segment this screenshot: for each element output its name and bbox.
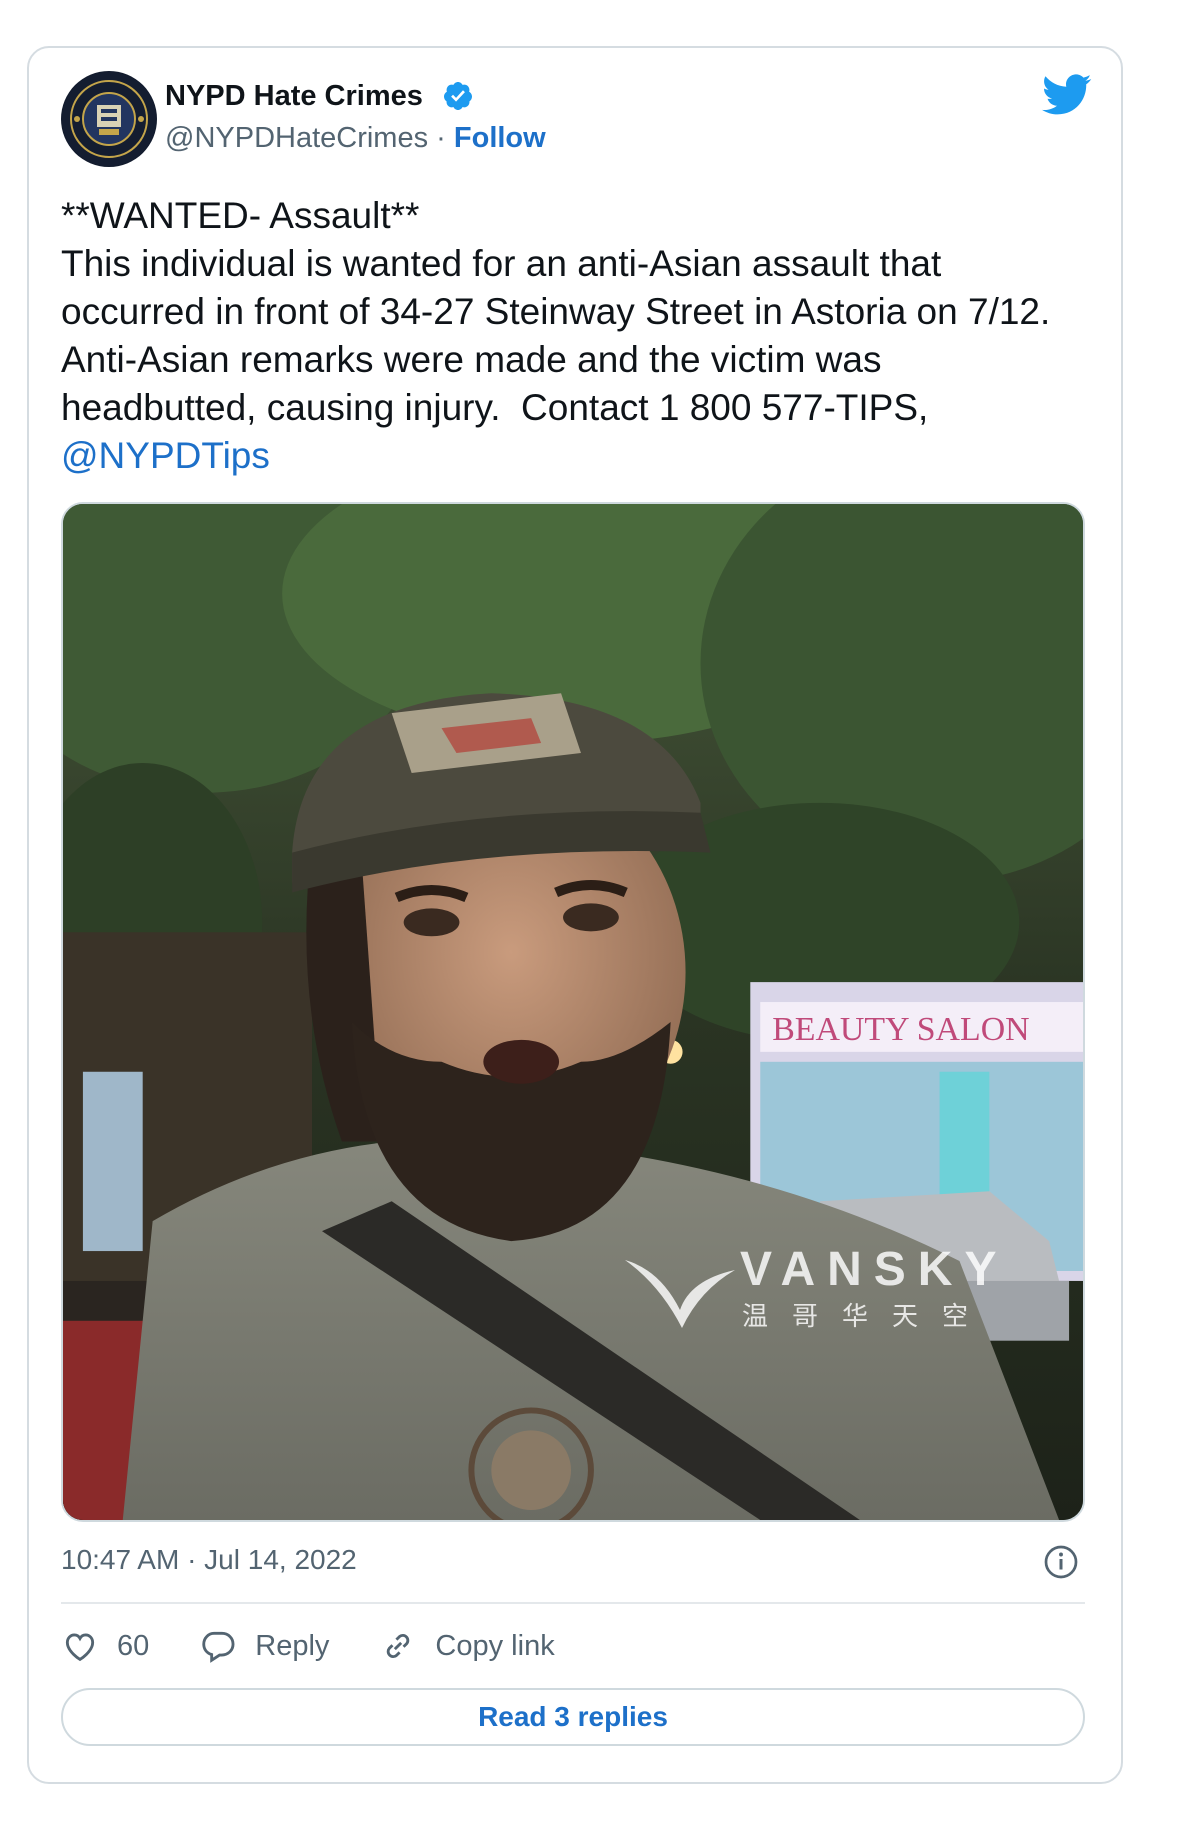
like-count: 60 bbox=[117, 1629, 150, 1662]
read-replies-button[interactable]: Read 3 replies bbox=[61, 1688, 1085, 1746]
author-handle-row: @NYPDHateCrimes · Follow bbox=[165, 122, 546, 155]
twitter-bird-icon[interactable] bbox=[1042, 74, 1092, 116]
reply-button[interactable]: Reply bbox=[199, 1627, 329, 1665]
info-icon[interactable] bbox=[1043, 1544, 1079, 1580]
link-icon bbox=[387, 1633, 410, 1659]
mention-link[interactable]: @NYPDTips bbox=[61, 435, 270, 476]
reply-label: Reply bbox=[255, 1629, 330, 1662]
author-handle[interactable]: @NYPDHateCrimes bbox=[165, 122, 428, 154]
verified-badge-icon bbox=[444, 82, 472, 110]
reply-bubble-icon bbox=[202, 1631, 235, 1663]
copy-link-button[interactable]: Copy link bbox=[379, 1627, 555, 1665]
tweet-timestamp[interactable]: 10:47 AM · Jul 14, 2022 bbox=[61, 1544, 357, 1576]
author-avatar[interactable] bbox=[61, 71, 157, 167]
tweet-body: **WANTED- Assault** This individual is w… bbox=[61, 195, 1051, 428]
handle-separator: · bbox=[428, 122, 454, 154]
follow-button[interactable]: Follow bbox=[454, 122, 546, 154]
storefront-sign: BEAUTY SALON bbox=[772, 1011, 1029, 1048]
heart-icon bbox=[65, 1633, 95, 1662]
watermark-chinese: 温哥华天空 bbox=[742, 1301, 993, 1331]
like-button[interactable]: 60 bbox=[61, 1627, 149, 1665]
tweet-media[interactable]: BEAUTY SALON bbox=[61, 502, 1085, 1522]
seal-icon bbox=[62, 72, 156, 166]
copy-link-label: Copy link bbox=[435, 1629, 555, 1662]
vansky-logo-icon bbox=[625, 1260, 735, 1328]
author-display-name[interactable]: NYPD Hate Crimes bbox=[165, 80, 423, 113]
watermark-brand: VANSKY bbox=[740, 1243, 1009, 1296]
divider bbox=[61, 1602, 1085, 1604]
video-frame-image: BEAUTY SALON bbox=[63, 504, 1083, 1520]
tweet-actions: 60 Reply Copy link bbox=[61, 1622, 605, 1670]
tweet-text: **WANTED- Assault** This individual is w… bbox=[61, 192, 1071, 480]
